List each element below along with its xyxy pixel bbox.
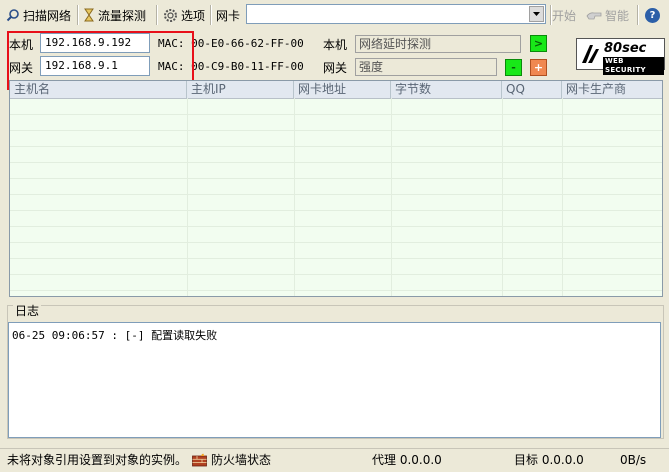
right-local-label: 本机 [323, 38, 348, 52]
column-header-vendor[interactable]: 网卡生产商 [562, 81, 662, 98]
table-row [10, 226, 662, 243]
smart-label: 智能 [605, 8, 630, 23]
right-gateway-label: 网关 [323, 61, 348, 75]
logo-main-text: 80sec [604, 41, 647, 56]
column-header-host-ip[interactable]: 主机IP [187, 81, 294, 98]
scan-network-label: 扫描网络 [23, 8, 72, 23]
column-header-bytes[interactable]: 字节数 [391, 81, 502, 98]
log-title: 日志 [13, 304, 42, 318]
table-row [10, 242, 662, 259]
increase-button[interactable]: + [530, 59, 547, 76]
column-divider [502, 98, 503, 296]
status-message: 未将对象引用设置到对象的实例。 [7, 453, 188, 467]
column-header-hostname[interactable]: 主机名 [10, 81, 187, 98]
target-status: 目标 0.0.0.0 [514, 453, 584, 467]
toolbar-separator [156, 5, 158, 25]
table-row [10, 210, 662, 227]
table-row [10, 130, 662, 147]
table-row [10, 178, 662, 195]
traffic-detect-label: 流量探测 [98, 8, 147, 23]
chevron-down-icon [533, 12, 540, 16]
speed-status: 0B/s [620, 453, 647, 467]
options-button[interactable]: 选项 [163, 5, 205, 25]
table-row [10, 146, 662, 163]
toolbar-separator [77, 5, 79, 25]
start-button[interactable]: 开始 [552, 5, 576, 25]
scan-network-button[interactable]: 扫描网络 [6, 5, 71, 25]
column-divider [187, 98, 188, 296]
nic-label: 网卡 [216, 5, 240, 25]
firewall-icon [192, 453, 207, 467]
help-button[interactable]: ? [645, 5, 660, 25]
table-row [10, 114, 662, 131]
proxy-status: 代理 0.0.0.0 [372, 453, 442, 467]
table-row [10, 258, 662, 275]
column-header-qq[interactable]: QQ [502, 81, 562, 98]
log-textarea[interactable]: 06-25 09:06:57 : [-] 配置读取失败 [8, 322, 661, 438]
traffic-detect-button[interactable]: 流量探测 [83, 5, 146, 25]
logo-swoosh-icon [582, 45, 599, 63]
table-row [10, 162, 662, 179]
log-entry: 06-25 09:06:57 : [-] 配置读取失败 [12, 329, 218, 342]
latency-detect-field: 网络延时探测 [355, 35, 521, 53]
column-divider [294, 98, 295, 296]
start-label: 开始 [552, 8, 577, 23]
smart-button[interactable]: 智能 [586, 5, 629, 25]
magnifier-icon [6, 9, 19, 22]
toolbar-separator [210, 5, 212, 25]
table-row [10, 98, 662, 115]
column-header-mac-address[interactable]: 网卡地址 [294, 81, 391, 98]
nic-select[interactable] [246, 4, 546, 24]
nic-label-text: 网卡 [216, 8, 241, 23]
column-divider [562, 98, 563, 296]
help-icon: ? [645, 7, 660, 23]
table-row [10, 194, 662, 211]
column-divider [391, 98, 392, 296]
strength-field: 强度 [355, 58, 497, 76]
firewall-status-label: 防火墙状态 [211, 453, 272, 467]
decrease-button[interactable]: - [505, 59, 522, 76]
logo-sub-text: WEB SECURITY [603, 57, 664, 75]
toolbar-separator [637, 5, 639, 25]
hosts-table[interactable]: 主机名 主机IP 网卡地址 字节数 QQ 网卡生产商 [9, 80, 663, 297]
gear-icon [164, 8, 177, 22]
hand-icon [586, 12, 602, 20]
table-row [10, 274, 662, 291]
options-label: 选项 [181, 8, 206, 23]
80sec-logo: 80sec WEB SECURITY [576, 38, 665, 75]
hourglass-icon [84, 8, 94, 22]
go-button[interactable]: > [530, 35, 547, 52]
nic-select-dropdown-button[interactable] [529, 6, 544, 22]
table-header: 主机名 主机IP 网卡地址 字节数 QQ 网卡生产商 [10, 81, 662, 99]
firewall-status: 防火墙状态 [192, 452, 271, 468]
